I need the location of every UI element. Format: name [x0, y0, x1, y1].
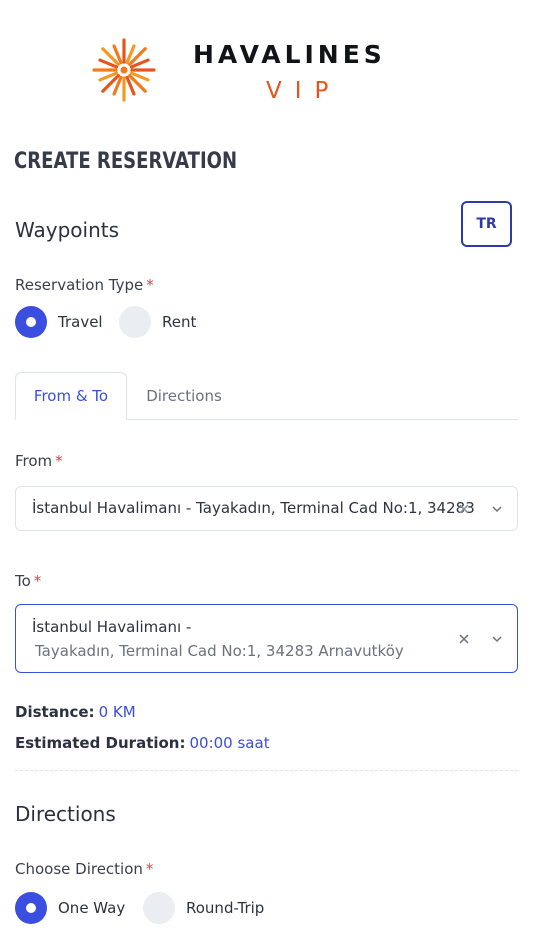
from-select[interactable]: İstanbul Havalimanı - Tayakadın, Termina… [15, 486, 518, 531]
radio-travel[interactable] [15, 306, 47, 338]
distance-label: Distance: [15, 703, 95, 721]
to-value-line2: Tayakadın, Terminal Cad No:1, 34283 Arna… [35, 642, 404, 660]
required-mark: * [33, 572, 42, 590]
distance-value: 0 KM [98, 703, 136, 721]
brand-sub: VIP [266, 78, 342, 104]
clear-icon[interactable] [457, 632, 471, 646]
chevron-down-icon[interactable] [490, 632, 504, 646]
waypoints-title: Waypoints [15, 218, 120, 242]
to-label: To * [15, 572, 42, 590]
required-mark: * [146, 276, 154, 294]
required-mark: * [55, 452, 63, 470]
choose-direction-label: Choose Direction * [15, 860, 154, 878]
from-value: İstanbul Havalimanı - Tayakadın, Termina… [32, 499, 475, 517]
chevron-down-icon[interactable] [490, 502, 504, 516]
brand-logo: HAVALINES VIP [92, 38, 422, 108]
sunburst-icon [92, 38, 156, 102]
tab-directions[interactable]: Directions [128, 372, 240, 420]
duration-label: Estimated Duration: [15, 734, 186, 752]
radio-one-way-label[interactable]: One Way [58, 899, 125, 917]
radio-one-way[interactable] [15, 892, 47, 924]
radio-round-trip[interactable] [143, 892, 175, 924]
duration-info: Estimated Duration: 00:00 saat [15, 734, 270, 752]
duration-value: 00:00 saat [189, 734, 270, 752]
from-label: From * [15, 452, 63, 470]
tab-from-to[interactable]: From & To [15, 372, 127, 420]
radio-rent-label[interactable]: Rent [162, 313, 196, 331]
section-divider [15, 770, 518, 771]
radio-travel-label[interactable]: Travel [58, 313, 103, 331]
brand-name: HAVALINES [193, 40, 386, 69]
distance-info: Distance: 0 KM [15, 703, 136, 721]
to-select[interactable]: İstanbul Havalimanı - Tayakadın, Termina… [15, 604, 518, 673]
language-button[interactable]: TR [461, 201, 512, 247]
radio-rent[interactable] [119, 306, 151, 338]
reservation-type-label: Reservation Type * [15, 276, 154, 294]
page-title: CREATE RESERVATION [14, 149, 238, 174]
radio-round-trip-label[interactable]: Round-Trip [186, 899, 264, 917]
to-value-line1: İstanbul Havalimanı - [32, 618, 192, 636]
required-mark: * [145, 860, 154, 878]
clear-icon[interactable] [457, 502, 471, 516]
directions-title: Directions [15, 802, 116, 826]
